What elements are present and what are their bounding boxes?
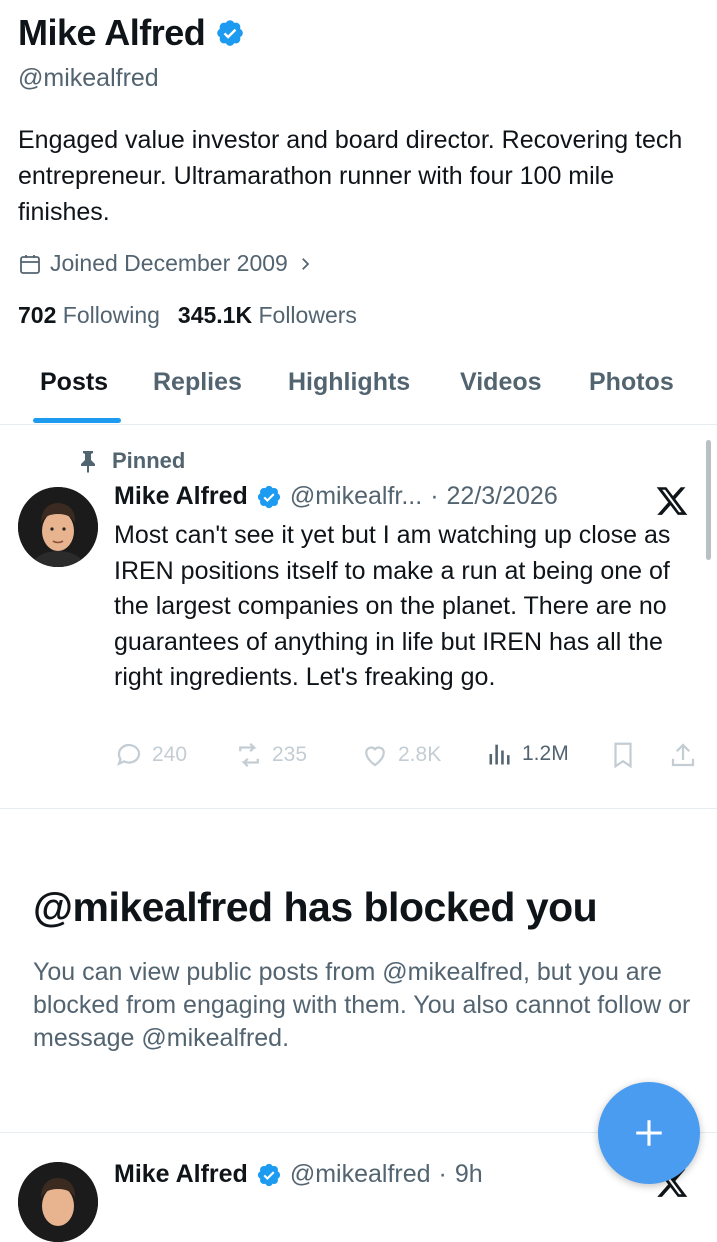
profile-bio: Engaged value investor and board directo… [18, 126, 683, 226]
followers-link[interactable]: 345.1K Followers [178, 302, 357, 329]
repost-icon [239, 742, 259, 768]
post-author-name[interactable]: Mike Alfred [114, 1160, 248, 1189]
avatar-illustration [18, 1162, 98, 1242]
following-label: Following [62, 302, 160, 328]
avatar-illustration [18, 487, 98, 567]
post-author-handle[interactable]: @mikealfr... [290, 482, 422, 511]
profile-name: Mike Alfred [18, 12, 206, 53]
avatar[interactable] [18, 487, 98, 567]
calendar-icon [20, 254, 40, 274]
compose-plus-icon [636, 1120, 662, 1146]
joined-row[interactable]: Joined December 2009 [18, 250, 314, 277]
reply-count: 240 [152, 743, 188, 766]
post-meta-separator: · [430, 482, 439, 510]
chevron-right-icon [301, 257, 310, 270]
like-count: 2.8K [398, 743, 442, 766]
followers-label: Followers [258, 302, 357, 328]
profile-tabs: Posts Replies Highlights Videos Photos [0, 360, 717, 425]
views-icon [489, 744, 510, 765]
post-text: Most can't see it yet but I am watching … [114, 521, 671, 691]
pinned-label-row: Pinned [78, 448, 185, 474]
compose-button[interactable] [598, 1082, 700, 1184]
second-post-header: Mike Alfred @mikealfred · 9h [114, 1160, 483, 1189]
post-meta-separator: · [438, 1160, 447, 1188]
verified-badge-icon[interactable] [215, 18, 245, 48]
share-icon[interactable] [668, 740, 698, 770]
profile-name-row: Mike Alfred [18, 12, 245, 54]
divider [0, 808, 717, 809]
pin-icon [81, 451, 95, 473]
repost-button[interactable]: 235 [234, 740, 307, 770]
views-button[interactable]: 1.2M [486, 740, 569, 768]
active-tab-indicator [33, 418, 121, 423]
bookmark-icon[interactable] [608, 740, 638, 770]
following-count: 702 [18, 302, 57, 328]
profile-handle: @mikealfred [18, 64, 159, 92]
post-date[interactable]: 22/3/2026 [447, 482, 558, 511]
like-icon [365, 746, 385, 767]
post-actions: 240 235 2.8K 1.2M [114, 740, 704, 780]
verified-badge-icon[interactable] [256, 1162, 282, 1188]
tab-replies[interactable]: Replies [153, 368, 242, 397]
tab-photos[interactable]: Photos [589, 368, 674, 397]
blocked-title: @mikealfred has blocked you [33, 884, 598, 930]
blocked-body: You can view public posts from @mikealfr… [33, 958, 691, 1052]
tab-videos[interactable]: Videos [460, 368, 542, 397]
post-author-name[interactable]: Mike Alfred [114, 482, 248, 511]
like-button[interactable]: 2.8K [360, 740, 441, 770]
tab-posts[interactable]: Posts [40, 368, 108, 397]
pinned-label: Pinned [112, 448, 186, 473]
reply-button[interactable]: 240 [114, 740, 187, 770]
joined-text: Joined December 2009 [50, 250, 288, 276]
scrollbar[interactable] [706, 440, 711, 560]
reply-icon [117, 743, 141, 766]
follow-stats: 702 Following 345.1K Followers [18, 302, 357, 329]
avatar[interactable] [18, 1162, 98, 1242]
views-count: 1.2M [522, 742, 569, 765]
pinned-post-header: Mike Alfred @mikealfr... · 22/3/2026 [114, 482, 558, 511]
following-link[interactable]: 702 Following [18, 302, 160, 329]
repost-count: 235 [272, 743, 308, 766]
tab-highlights[interactable]: Highlights [288, 368, 410, 397]
x-logo-icon [656, 487, 688, 515]
post-time[interactable]: 9h [455, 1160, 483, 1189]
post-author-handle[interactable]: @mikealfred [290, 1160, 431, 1189]
followers-count: 345.1K [177, 302, 253, 328]
verified-badge-icon[interactable] [256, 484, 282, 510]
